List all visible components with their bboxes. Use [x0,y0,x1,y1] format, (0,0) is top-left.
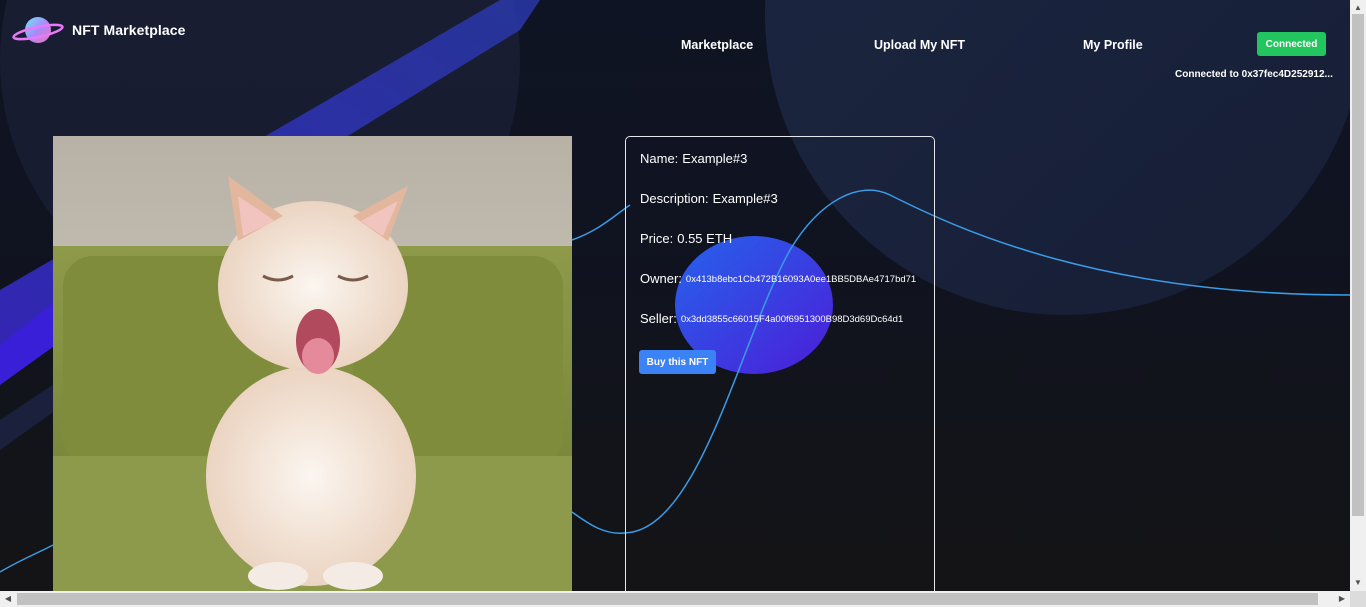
connected-address: Connected to 0x37fec4D252912... [1175,69,1333,80]
nft-owner-address: 0x413b8ebc1Cb472B16093A0ee1BB5DBAe4717bd… [685,274,917,285]
nav-link-profile[interactable]: My Profile [1083,38,1143,52]
nft-description-row: Description: Example#3 [640,191,934,231]
scrollbar-corner [1350,591,1366,607]
page-viewport: NFT Marketplace Marketplace Upload My NF… [0,0,1350,591]
scroll-down-arrow-icon[interactable]: ▼ [1350,575,1366,591]
scroll-left-arrow-icon[interactable]: ◀ [0,591,16,607]
nft-seller-label: Seller: [640,311,677,326]
vertical-scrollbar[interactable]: ▲ ▼ [1350,0,1366,591]
nft-seller-address: 0x3dd3855c66015F4a00f6951300B98D3d69Dc64… [680,314,904,325]
brand-title: NFT Marketplace [72,22,186,38]
scroll-right-arrow-icon[interactable]: ▶ [1334,591,1350,607]
nft-name-row: Name: Example#3 [640,151,934,191]
nav-link-upload[interactable]: Upload My NFT [874,38,965,52]
nft-owner-label: Owner: [640,271,682,286]
connect-wallet-button[interactable]: Connected [1257,32,1326,56]
planet-logo-icon [12,14,66,46]
brand[interactable]: NFT Marketplace [12,14,186,46]
nft-name-label: Name: [640,151,679,166]
nft-seller-row: Seller: 0x3dd3855c66015F4a00f6951300B98D… [640,311,934,351]
nft-description-label: Description: [640,191,709,206]
nft-details-card: Name: Example#3 Description: Example#3 P… [625,136,935,591]
nft-name: Example#3 [682,151,748,166]
nft-description: Example#3 [712,191,778,206]
vertical-scrollbar-thumb[interactable] [1352,14,1364,516]
horizontal-scrollbar[interactable]: ◀ ▶ [0,591,1350,607]
nav-link-marketplace[interactable]: Marketplace [681,38,753,52]
horizontal-scrollbar-thumb[interactable] [17,593,1318,605]
kitten-image [53,136,572,591]
nft-image [53,136,572,591]
buy-nft-button[interactable]: Buy this NFT [639,350,716,374]
nft-owner-row: Owner: 0x413b8ebc1Cb472B16093A0ee1BB5DBA… [640,271,934,311]
nft-price: 0.55 ETH [677,231,733,246]
nft-price-row: Price: 0.55 ETH [640,231,934,271]
nft-price-label: Price: [640,231,674,246]
